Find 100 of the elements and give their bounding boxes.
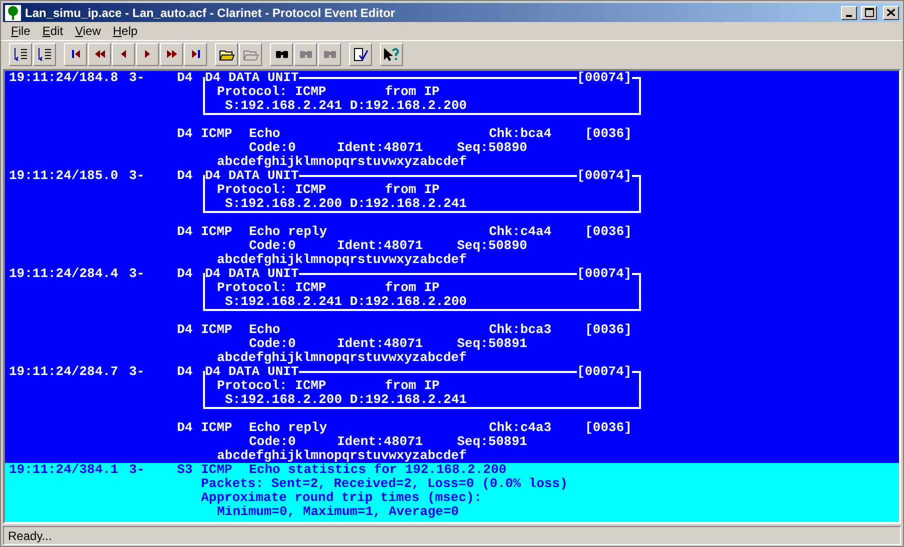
- protocol-name: ICMP: [201, 421, 232, 435]
- protocol-name: ICMP: [201, 323, 232, 337]
- message-length: [0036]: [585, 323, 632, 337]
- close-icon: [887, 9, 895, 16]
- payload-text: abcdefghijklmnopqrstuvwxyzabcdef: [217, 449, 467, 463]
- unit-length: [00074]: [577, 169, 632, 183]
- close-button[interactable]: [883, 6, 899, 20]
- toolbar-button[interactable]: [88, 42, 111, 66]
- checksum: Chk:bca4: [489, 127, 552, 141]
- toolbar-button[interactable]: [380, 42, 403, 66]
- event-direction: 3-: [129, 267, 145, 281]
- toolbar-button[interactable]: [112, 42, 135, 66]
- toolbar-button[interactable]: [349, 42, 372, 66]
- toolbar-button[interactable]: [184, 42, 207, 66]
- event-direction: 3-: [129, 463, 145, 477]
- address-pair: S:192.168.2.200 D:192.168.2.241: [225, 393, 467, 407]
- layer-label: D4: [177, 127, 193, 141]
- event-time: 19:11:24/284.7: [9, 365, 118, 379]
- checksum: Chk:c4a4: [489, 225, 552, 239]
- help-pointer-icon: [384, 48, 399, 60]
- checksum: Chk:c4a3: [489, 421, 552, 435]
- protocol-label: Protocol: ICMP: [217, 281, 326, 295]
- message-length: [0036]: [585, 225, 632, 239]
- skip-back-icon: [72, 50, 80, 58]
- maximize-icon: [864, 8, 874, 17]
- message-length: [0036]: [585, 127, 632, 141]
- times-heading: Approximate round trip times (msec):: [201, 491, 482, 505]
- list-expand-icon: [14, 48, 27, 60]
- seq-field: Seq:50890: [457, 239, 528, 253]
- protocol-name: ICMP: [201, 463, 232, 477]
- event-time: 19:11:24/184.8: [9, 71, 118, 85]
- message-type: Echo reply: [249, 225, 328, 239]
- message-length: [0036]: [585, 421, 632, 435]
- document-check-icon: [354, 48, 368, 60]
- checksum: Chk:bca3: [489, 323, 552, 337]
- event-direction: 3-: [129, 71, 145, 85]
- toolbar-button[interactable]: [215, 42, 238, 66]
- event-time: 19:11:24/384.1: [9, 463, 118, 477]
- packets-summary: Packets: Sent=2, Received=2, Loss=0 (0.0% loss): [201, 477, 568, 491]
- tree-icon: [5, 4, 21, 20]
- back-icon: [121, 50, 126, 58]
- protocol-name: ICMP: [201, 225, 232, 239]
- code-field: Code:0: [249, 337, 296, 351]
- menu-item[interactable]: View: [69, 24, 107, 38]
- source-label: from IP: [385, 281, 440, 295]
- address-pair: S:192.168.2.241 D:192.168.2.200: [225, 99, 467, 113]
- menu-item[interactable]: Help: [106, 24, 144, 38]
- payload-text: abcdefghijklmnopqrstuvwxyzabcdef: [217, 253, 467, 267]
- code-field: Code:0: [249, 141, 296, 155]
- event-entry[interactable]: 19:11:24/384.1 3- S3 ICMP Echo statistics for 192.168.2.200 Packets: Sent=2, Received=2, Loss=0 (0.0% loss) Approximate round trip times (msec): Minimum=0, Maximum=1, Average=0: [5, 463, 899, 522]
- message-type: Echo: [249, 127, 280, 141]
- protocol-label: Protocol: ICMP: [217, 85, 326, 99]
- protocol-name: ICMP: [201, 127, 232, 141]
- minimize-icon: [846, 14, 852, 16]
- toolbar-button[interactable]: [136, 42, 159, 66]
- list-collapse-icon: [38, 48, 51, 60]
- layer-label: D4: [177, 365, 193, 379]
- seq-field: Seq:50890: [457, 141, 528, 155]
- seq-field: Seq:50891: [457, 435, 528, 449]
- unit-length: [00074]: [577, 267, 632, 281]
- statistics-title: Echo statistics for 192.168.2.200: [249, 463, 506, 477]
- rewind-icon: [94, 50, 104, 58]
- code-field: Code:0: [249, 435, 296, 449]
- address-pair: S:192.168.2.200 D:192.168.2.241: [225, 197, 467, 211]
- window-title: Lan_simu_ip.ace - Lan_auto.acf - Clarinet - Protocol Event Editor: [25, 6, 396, 20]
- ident-field: Ident:48071: [337, 337, 423, 351]
- event-time: 19:11:24/284.4: [9, 267, 118, 281]
- status-text: Ready...: [8, 528, 52, 542]
- source-label: from IP: [385, 379, 440, 393]
- payload-text: abcdefghijklmnopqrstuvwxyzabcdef: [217, 351, 467, 365]
- menu-item[interactable]: File: [5, 24, 36, 38]
- toolbar-button[interactable]: [9, 42, 32, 66]
- skip-forward-icon: [192, 50, 200, 58]
- menu-item[interactable]: Edit: [36, 24, 70, 38]
- layer-label: D4: [177, 169, 193, 183]
- code-field: Code:0: [249, 239, 296, 253]
- layer-label: D4: [177, 267, 193, 281]
- message-type: Echo reply: [249, 421, 328, 435]
- toolbar-button[interactable]: [270, 42, 293, 66]
- fast-forward-icon: [166, 50, 176, 58]
- maximize-button[interactable]: [861, 6, 877, 20]
- layer-label: D4: [177, 323, 193, 337]
- seq-field: Seq:50891: [457, 337, 528, 351]
- unit-length: [00074]: [577, 71, 632, 85]
- binoculars-icon: [276, 50, 288, 58]
- binoculars-icon: [300, 50, 312, 58]
- source-label: from IP: [385, 85, 440, 99]
- layer-label: D4: [177, 71, 193, 85]
- payload-text: abcdefghijklmnopqrstuvwxyzabcdef: [217, 155, 467, 169]
- toolbar-button[interactable]: [33, 42, 56, 66]
- ident-field: Ident:48071: [337, 239, 423, 253]
- protocol-label: Protocol: ICMP: [217, 379, 326, 393]
- event-direction: 3-: [129, 365, 145, 379]
- toolbar-button[interactable]: [64, 42, 87, 66]
- toolbar-button[interactable]: [160, 42, 183, 66]
- ident-field: Ident:48071: [337, 435, 423, 449]
- minimize-button[interactable]: [841, 6, 857, 20]
- forward-icon: [145, 50, 150, 58]
- event-time: 19:11:24/185.0: [9, 169, 118, 183]
- message-type: Echo: [249, 323, 280, 337]
